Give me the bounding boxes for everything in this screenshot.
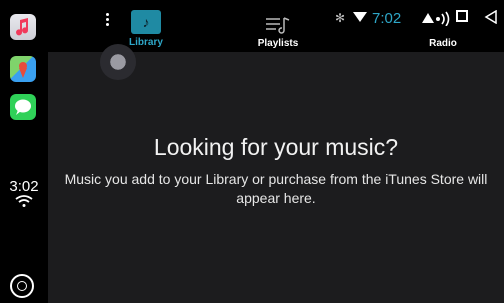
home-button[interactable] — [10, 274, 34, 298]
tab-radio[interactable]: Radio — [408, 0, 478, 52]
music-app-icon[interactable] — [10, 14, 36, 40]
map-pin-icon — [19, 62, 27, 78]
loading-indicator — [100, 44, 136, 80]
music-note-icon — [16, 18, 29, 36]
empty-state-heading: Looking for your music? — [153, 134, 399, 160]
home-button-inner — [17, 281, 27, 291]
tab-label-radio: Radio — [429, 38, 457, 49]
wifi-icon — [15, 195, 33, 207]
maps-app-icon[interactable] — [10, 56, 36, 82]
tab-label-playlists: Playlists — [257, 38, 299, 49]
library-content: Looking for your music? Music you add to… — [48, 44, 504, 303]
playlists-icon — [266, 17, 290, 34]
messages-app-icon[interactable] — [10, 94, 36, 120]
speech-bubble-icon — [15, 99, 31, 115]
library-icon: ♪ — [131, 10, 161, 34]
empty-state-message: Music you add to your Library or purchas… — [64, 171, 488, 206]
tab-playlists[interactable]: Playlists — [243, 0, 313, 52]
carplay-dock: 3:02 — [0, 0, 48, 303]
dock-clock: 3:02 — [9, 178, 39, 195]
